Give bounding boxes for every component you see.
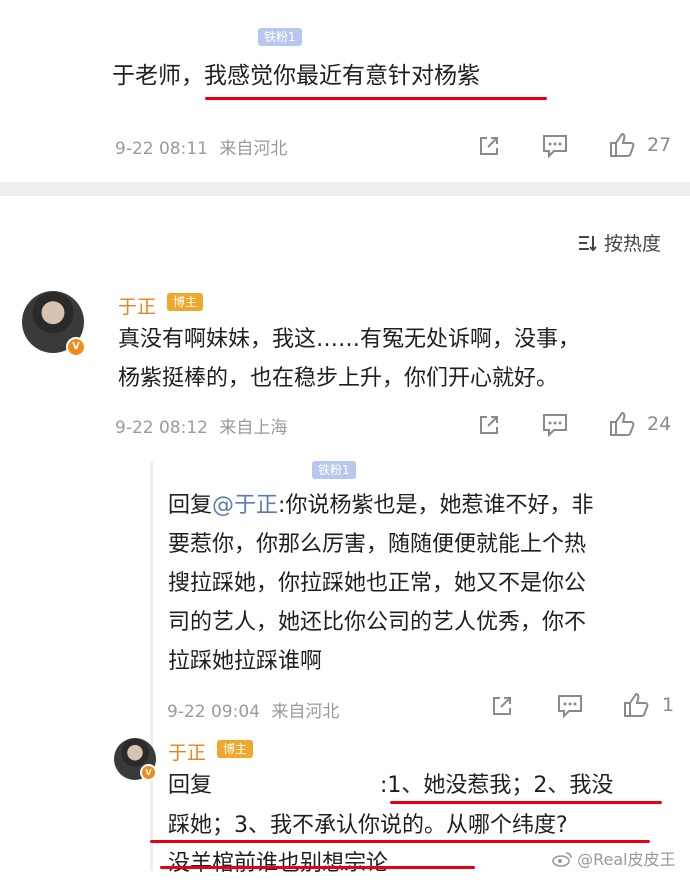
like-icon[interactable] [608,131,636,159]
like-icon[interactable] [608,410,636,438]
share-icon[interactable] [477,134,501,158]
highlight-underline [150,840,650,843]
fan-reply-time: 9-22 09:04 [167,702,260,722]
reply-text-line-1: 真没有啊妹妹，我这……有冤无处诉啊，没事， [118,327,581,352]
fan-badge: 铁粉1 [312,461,356,479]
mention-link[interactable]: @于正 [212,493,278,518]
sort-label: 按热度 [604,233,662,255]
highlight-underline [160,866,475,869]
reply-time: 9-22 08:12 [115,418,208,438]
fan-reply-line-4: 司的艺人，她还比你公司的艺人优秀，你不 [168,610,587,635]
verified-icon: V [66,337,86,357]
fan-reply-line-1: 回复@于正:你说杨紫也是，她惹谁不好，非 [168,488,593,524]
blogger-reply-line-1-rest: :1、她没惹我；2、我没 [380,773,614,798]
highlight-underline [390,801,662,804]
sort-by-hot-button[interactable]: 按热度 [578,229,661,256]
like-count: 1 [662,694,675,716]
like-icon[interactable] [622,691,650,719]
weibo-logo-icon [552,852,572,867]
comment-time: 9-22 08:11 [115,139,208,159]
comment-card-top: 铁粉1 于老师，我感觉你最近有意针对杨紫 9-22 08:11 来自河北 27 [0,0,690,182]
share-icon[interactable] [477,413,501,437]
fan-reply-line-3: 搜拉踩她，你拉踩她也正常，她又不是你公 [168,571,587,596]
comment-icon[interactable] [557,694,583,718]
comment-icon[interactable] [542,134,568,158]
comment-text: 于老师，我感觉你最近有意针对杨紫 [112,63,480,89]
like-count: 27 [647,134,672,156]
blogger-reply-line-3: 没羊棺前谁也别想宗论 [168,851,389,876]
reply-prefix: 回复 [168,773,213,798]
highlight-underline [205,97,547,100]
share-icon[interactable] [490,694,514,718]
like-count: 24 [647,413,672,435]
sort-icon [579,236,597,252]
author-name[interactable]: 于正 [168,738,206,765]
watermark-text: @Real皮皮王 [577,850,676,869]
fan-reply-text: :你说杨紫也是，她惹谁不好，非 [278,493,594,518]
reply-meta: 9-22 08:12 来自上海 [115,413,287,438]
blogger-reply-line-1: 回复 [168,768,212,804]
watermark: @Real皮皮王 [552,846,676,870]
section-divider [0,182,690,196]
fan-badge: 铁粉1 [258,28,302,46]
verified-icon: V [140,764,157,781]
blogger-badge: 博主 [167,293,204,311]
reply-prefix: 回复 [168,493,213,518]
reply-text-line-2: 杨紫挺棒的，也在稳步上升，你们开心就好。 [118,366,559,391]
comment-location: 来自河北 [219,139,288,159]
fan-reply-location: 来自河北 [271,702,340,722]
blogger-badge: 博主 [217,740,254,758]
fan-reply-line-2: 要惹你，你那么厉害，随随便便就能上个热 [168,532,587,557]
comment-meta: 9-22 08:11 来自河北 [115,134,287,159]
fan-reply-meta: 9-22 09:04 来自河北 [167,697,339,722]
reply-location: 来自上海 [219,418,288,438]
comment-icon[interactable] [542,413,568,437]
author-name[interactable]: 于正 [118,292,156,319]
thread-rule [150,462,153,871]
fan-reply-line-5: 拉踩她拉踩谁啊 [168,649,323,674]
blogger-reply-line-2: 踩她；3、我不承认你说的。从哪个纬度? [168,813,568,838]
